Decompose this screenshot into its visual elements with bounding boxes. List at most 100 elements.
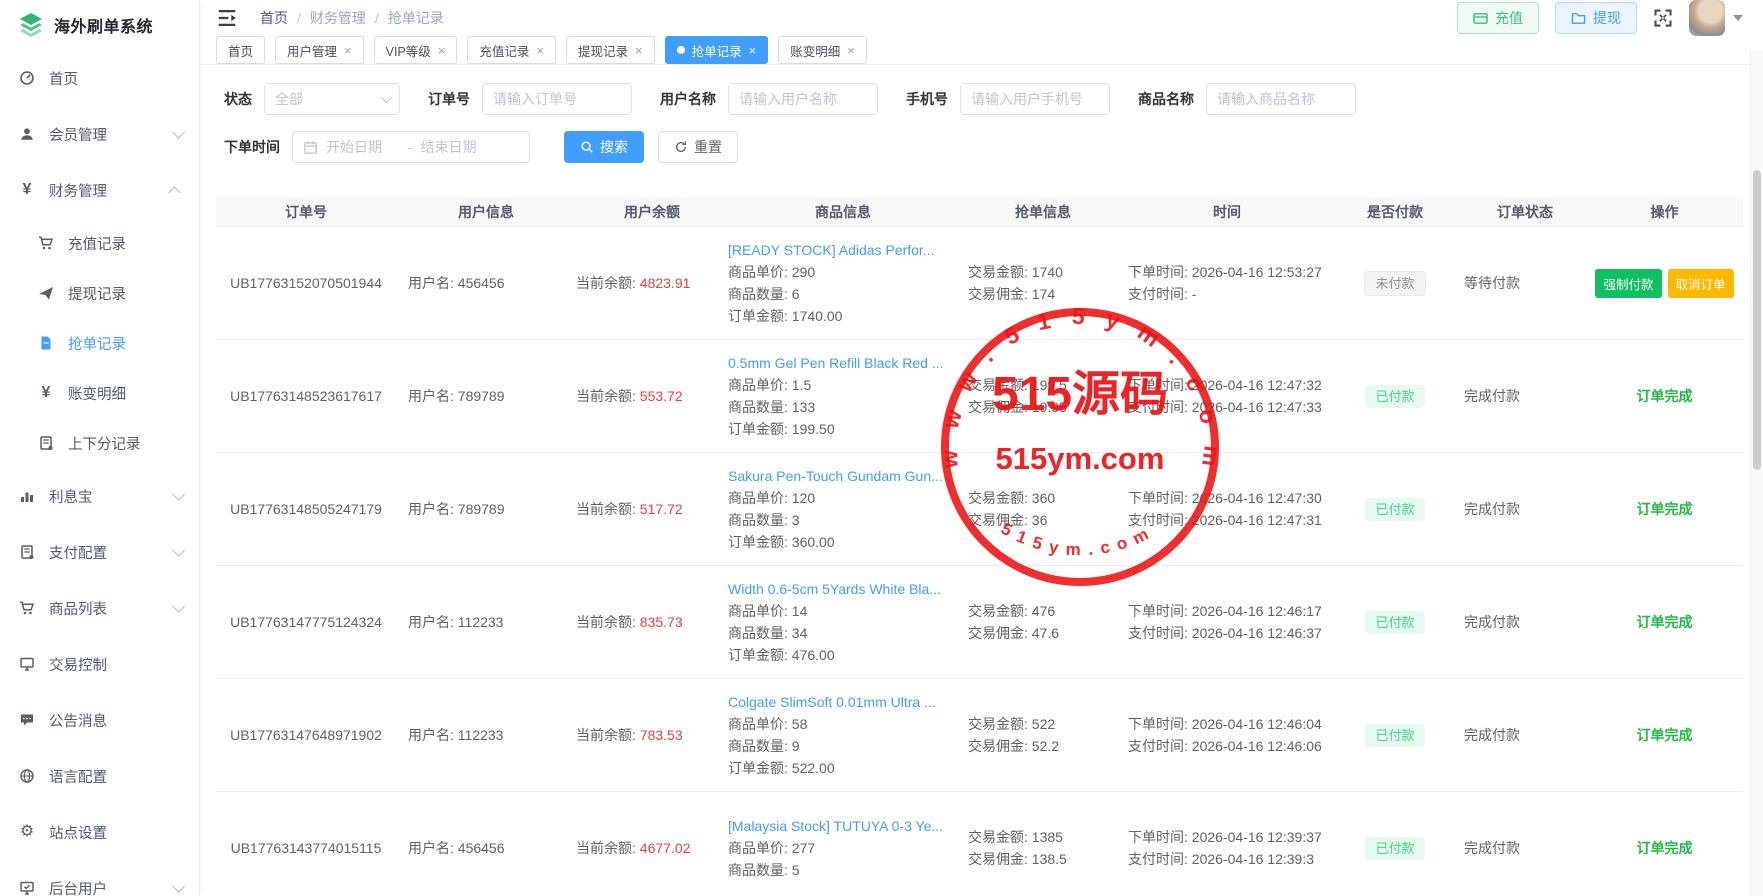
status-label: 状态: [224, 89, 252, 109]
tab-2[interactable]: VIP等级×: [374, 36, 458, 64]
field-line: 当前余额: 783.53: [576, 724, 683, 746]
user-info-cell: 用户名: 789789: [396, 340, 564, 452]
field-value: 2026-04-16 12:46:17: [1192, 603, 1322, 619]
sidebar-item-label: 账变明细: [68, 383, 126, 404]
reset-button[interactable]: 重置: [658, 131, 738, 163]
breadcrumb-item[interactable]: 首页: [260, 8, 288, 28]
user-info-cell: 用户名: 456456: [396, 792, 564, 896]
vertical-scrollbar[interactable]: [1750, 50, 1763, 896]
product-title-link[interactable]: [READY STOCK] Adidas Perfor...: [728, 239, 934, 261]
tab-6[interactable]: 账变明细×: [778, 36, 867, 64]
field-line: 商品数量: 9: [728, 735, 800, 757]
tab-3[interactable]: 充值记录×: [467, 36, 556, 64]
sidebar-item-interest[interactable]: 利息宝: [0, 468, 199, 524]
product-title-link[interactable]: 0.5mm Gel Pen Refill Black Red ...: [728, 352, 944, 374]
table-row: UB17763148523617617用户名: 789789当前余额: 553.…: [216, 340, 1743, 453]
field-value: 120: [792, 490, 815, 506]
sidebar-item-finance[interactable]: ¥财务管理: [0, 162, 199, 218]
sidebar-item-recharge-records[interactable]: 充值记录: [0, 218, 199, 268]
search-icon: [580, 140, 594, 154]
field-value: 6: [792, 286, 800, 302]
status-select[interactable]: 全部: [264, 83, 400, 115]
phone-input[interactable]: [971, 91, 1099, 107]
time-cell: 下单时间: 2026-04-16 12:46:04支付时间: 2026-04-1…: [1128, 679, 1336, 791]
tab-5-active[interactable]: 抢单记录×: [665, 36, 769, 64]
tab-label: 首页: [228, 41, 253, 60]
force-pay-button[interactable]: 强制付款: [1595, 269, 1661, 298]
start-date-input[interactable]: [326, 139, 400, 155]
tab-1[interactable]: 用户管理 ×: [275, 36, 364, 64]
sidebar-item-payment-config[interactable]: 支付配置: [0, 524, 199, 580]
sidebar-item-home[interactable]: 首页: [0, 50, 199, 106]
field-line: 用户名: 112233: [408, 724, 503, 746]
tab-close-icon[interactable]: ×: [635, 44, 643, 57]
balance-cell: 当前余额: 835.73: [564, 566, 728, 678]
sidebar-item-withdraw-records[interactable]: 提现记录: [0, 268, 199, 318]
product-title-link[interactable]: Colgate SlimSoft 0.01mm Ultra ...: [728, 691, 936, 713]
sidebar-item-trade-control[interactable]: 交易控制: [0, 636, 199, 692]
sidebar-item-admin-users[interactable]: 后台用户: [0, 860, 199, 896]
orders-table: 订单号用户信息用户余额商品信息抢单信息时间是否付款订单状态操作 UB177631…: [216, 197, 1743, 896]
tab-0[interactable]: 首页: [216, 36, 265, 64]
sidebar-item-site-settings[interactable]: ⚙站点设置: [0, 804, 199, 860]
column-header: 操作: [1586, 197, 1743, 226]
time-cell: 下单时间: 2026-04-16 12:53:27支付时间: -: [1128, 227, 1336, 339]
ledger-icon: [18, 543, 36, 561]
field-value: 2026-04-16 12:47:30: [1192, 490, 1322, 506]
recharge-button[interactable]: 充值: [1457, 2, 1539, 34]
sidebar-item-product-list[interactable]: 商品列表: [0, 580, 199, 636]
grab-info-cell: 交易金额: 199.5交易佣金: 19.95: [968, 340, 1128, 452]
avatar[interactable]: [1689, 0, 1725, 36]
admin-icon: [18, 879, 36, 896]
sidebar-item-language-config[interactable]: 语言配置: [0, 748, 199, 804]
tab-close-icon[interactable]: ×: [344, 44, 352, 57]
file-icon: [37, 334, 55, 352]
date-range-picker[interactable]: -: [292, 131, 530, 163]
field-value: 476.00: [792, 647, 835, 663]
tab-close-icon[interactable]: ×: [536, 44, 544, 57]
product-name-input[interactable]: [1217, 91, 1345, 107]
sidebar-item-label: 交易控制: [49, 654, 107, 675]
sidebar-item-account-changes[interactable]: ¥账变明细: [0, 368, 199, 418]
end-date-input[interactable]: [421, 139, 495, 155]
product-title-link[interactable]: Width 0.6-5cm 5Yards White Bla...: [728, 578, 941, 600]
sidebar-item-grab-records[interactable]: 抢单记录: [0, 318, 199, 368]
username-input[interactable]: [739, 91, 867, 107]
collapse-menu-icon[interactable]: [216, 7, 238, 29]
scrollbar-thumb[interactable]: [1753, 170, 1761, 470]
product-title-link[interactable]: Sakura Pen-Touch Gundam Gun...: [728, 465, 943, 487]
field-line: 商品单价: 277: [728, 837, 815, 859]
actions-cell: 订单完成: [1586, 792, 1743, 896]
sidebar-item-label: 站点设置: [49, 822, 107, 843]
user-menu[interactable]: [1689, 0, 1743, 36]
order-no-input[interactable]: [493, 91, 621, 107]
tab-close-icon[interactable]: ×: [438, 44, 446, 57]
filter-status: 状态 全部: [224, 83, 400, 115]
product-title-link[interactable]: [Malaysia Stock] TUTUYA 0-3 Ye...: [728, 815, 943, 837]
sidebar-item-label: 后台用户: [49, 878, 107, 896]
table-row: UB17763147648971902用户名: 112233当前余额: 783.…: [216, 679, 1743, 792]
tab-4[interactable]: 提现记录×: [566, 36, 655, 64]
cancel-order-button[interactable]: 取消订单: [1668, 269, 1734, 298]
actions-cell: 订单完成: [1586, 453, 1743, 565]
order-complete-text: 订单完成: [1637, 611, 1693, 633]
balance-cell: 当前余额: 4823.91: [564, 227, 728, 339]
search-button[interactable]: 搜索: [564, 131, 644, 163]
field-value: 277: [792, 840, 815, 856]
actions-cell: 订单完成: [1586, 340, 1743, 452]
order-status-cell: 完成付款: [1454, 340, 1586, 452]
tab-close-icon[interactable]: ×: [847, 44, 855, 57]
sidebar-item-updown-records[interactable]: 上下分记录: [0, 418, 199, 468]
order-no-label: 订单号: [428, 89, 470, 109]
tab-close-icon[interactable]: ×: [749, 44, 757, 57]
field-line: 交易佣金: 174: [968, 283, 1055, 305]
withdraw-button[interactable]: 提现: [1555, 2, 1637, 34]
product-info-cell: [READY STOCK] Adidas Perfor...商品单价: 290商…: [728, 227, 968, 339]
fullscreen-icon[interactable]: [1653, 8, 1673, 28]
field-value: 2026-04-16 12:46:06: [1192, 738, 1322, 754]
field-value: 5: [792, 862, 800, 878]
grab-info-cell: 交易金额: 1385交易佣金: 138.5: [968, 792, 1128, 896]
sidebar-item-members[interactable]: 会员管理: [0, 106, 199, 162]
sidebar-item-announcements[interactable]: 公告消息: [0, 692, 199, 748]
tab-label: 用户管理: [287, 41, 337, 60]
